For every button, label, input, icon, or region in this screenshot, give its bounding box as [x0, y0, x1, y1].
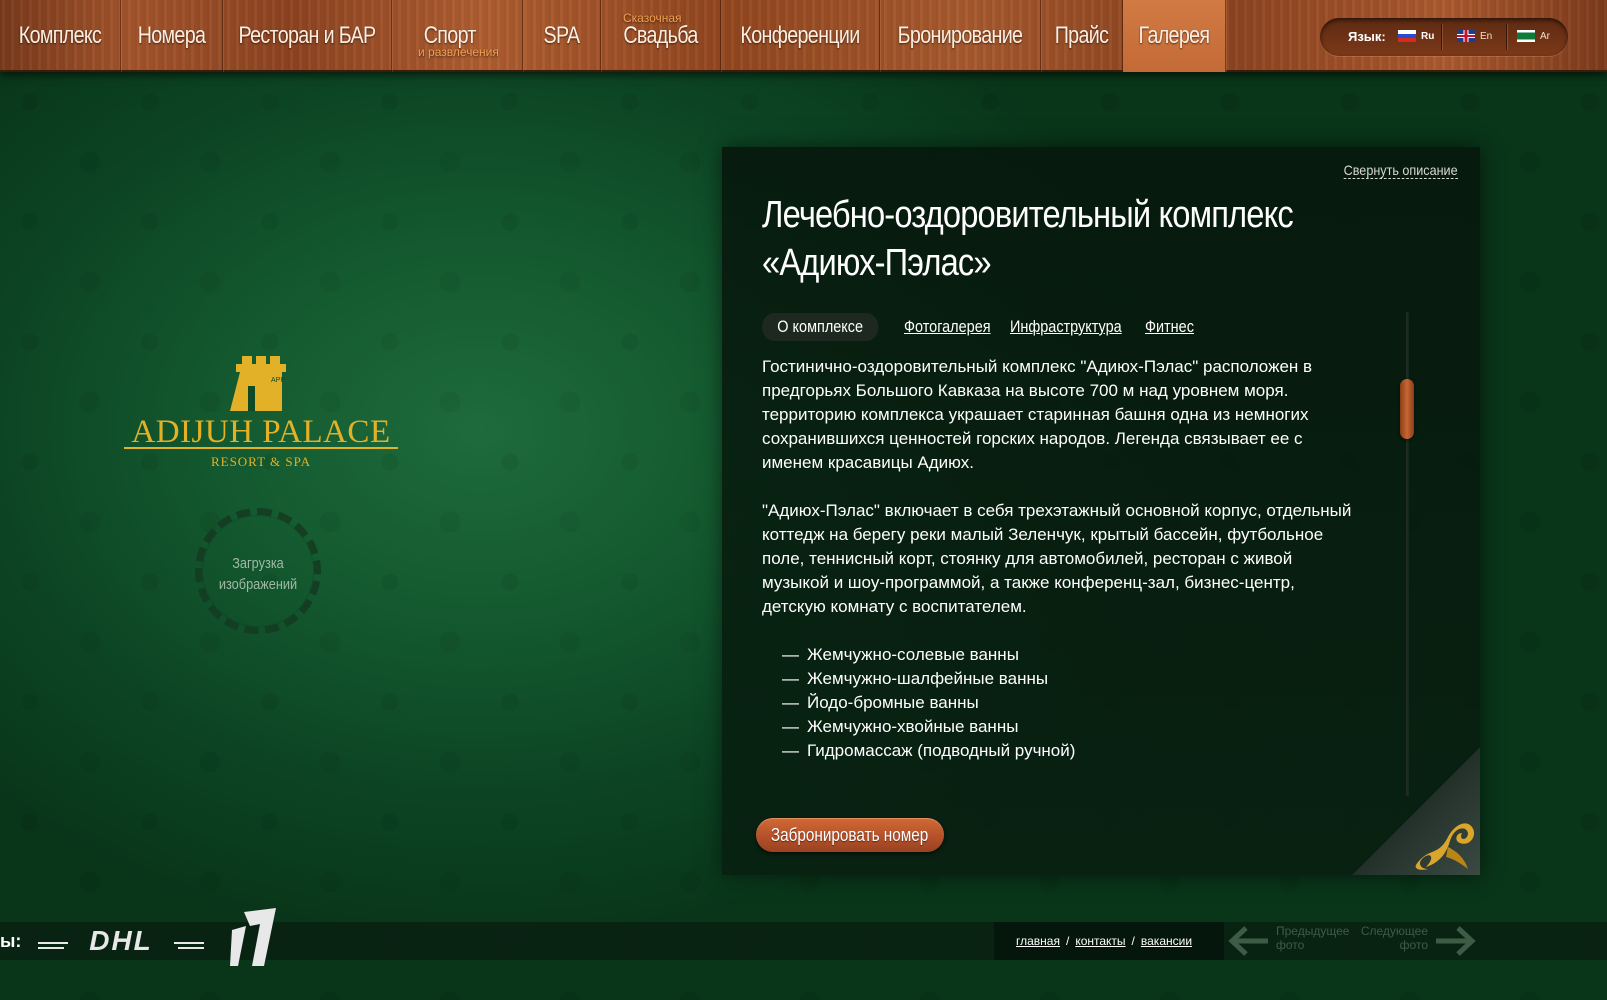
language-separator [1506, 24, 1507, 50]
logo-name: ADIJUH PALACE [131, 414, 390, 450]
language-option-label: Ru [1421, 30, 1435, 42]
nav-item-sublabel: и развлечения [418, 45, 499, 59]
language-label: Язык: [1348, 29, 1386, 44]
tower-logo-icon: APP ADIJUH PALACE RESORT & SPA [124, 356, 398, 469]
nav-item-label: Конференции [740, 22, 860, 49]
nav-item-label: SPA [543, 22, 581, 49]
logo-mark-text: APP [271, 377, 285, 384]
nav-item-restoran[interactable]: Ресторан и БАР [223, 0, 392, 72]
nav-item-prais[interactable]: Прайс [1041, 0, 1123, 72]
language-option-label: Ar [1540, 30, 1550, 42]
next-photo-button[interactable]: Следующее фото [1356, 924, 1428, 952]
language-option-en[interactable]: En [1457, 30, 1492, 42]
footer-link-home[interactable]: главная [1016, 934, 1060, 948]
list-item: Жемчужно-солевые ванны [782, 643, 1356, 667]
decorative-corner [1352, 747, 1480, 875]
nav-item-label: Ресторан и БАР [238, 22, 376, 49]
tab-fitnes[interactable]: Фитнес [1145, 313, 1194, 341]
nav-item-kompleks[interactable]: Комплекс [0, 0, 121, 72]
channel-one-logo-icon[interactable] [230, 908, 278, 968]
scrollbar-thumb[interactable] [1400, 379, 1414, 439]
nav-item-bronirovanie[interactable]: Бронирование [880, 0, 1041, 72]
top-navigation: Комплекс Номера Ресторан и БАР Спорт и р… [0, 0, 1607, 72]
nav-item-label: Свадьба [623, 22, 698, 49]
nav-item-label: Галерея [1138, 22, 1211, 49]
image-loading-indicator: Загрузка изображений [195, 508, 321, 634]
footer-bar: ы: DHL главная / контакты / вакансии Предыду… [0, 908, 1607, 966]
loading-text-line1: Загрузка [232, 555, 284, 572]
footer-links: главная / контакты / вакансии [994, 922, 1224, 960]
language-option-ar[interactable]: Ar [1517, 30, 1550, 42]
list-item: Жемчужно-шалфейные ванны [782, 667, 1356, 691]
nav-item-spa[interactable]: SPA [523, 0, 601, 72]
footer-link-vacancies[interactable]: вакансии [1141, 934, 1192, 948]
tab-o-komplekse[interactable]: О комплексе [762, 313, 879, 341]
treatments-list: Жемчужно-солевые ванны Жемчужно-шалфейны… [782, 643, 1356, 763]
loading-text-line2: изображений [218, 576, 298, 593]
nav-item-nomera[interactable]: Номера [121, 0, 223, 72]
book-room-button[interactable]: Забронировать номер [756, 818, 944, 852]
description-panel: Свернуть описание Лечебно-оздоровительны… [722, 147, 1480, 875]
flag-ar-icon [1517, 30, 1535, 42]
prev-photo-button[interactable]: Предыдущее фото [1276, 924, 1349, 952]
link-separator: / [1065, 934, 1070, 948]
language-option-ru[interactable]: Ru [1398, 30, 1434, 42]
nav-item-label: Комплекс [18, 22, 102, 49]
flag-en-icon [1457, 30, 1475, 42]
logo-tagline: RESORT & SPA [211, 454, 311, 469]
list-item: Жемчужно-хвойные ванны [782, 715, 1356, 739]
footer-link-contacts[interactable]: контакты [1075, 934, 1125, 948]
panel-title: Лечебно-оздоровительный комплекс «Адиюх-… [762, 191, 1295, 287]
description-paragraph: Гостинично-оздоровительный комплекс "Ади… [762, 357, 1313, 472]
partners-label: ы: [0, 931, 22, 951]
tab-infrastruktura[interactable]: Инфраструктура [1010, 313, 1122, 341]
nav-item-label: Номера [137, 22, 206, 49]
description-paragraph: "Адиюх-Пэлас" включает в себя трехэтажны… [762, 501, 1352, 616]
prev-photo-arrow-icon[interactable] [1228, 926, 1270, 956]
language-separator [1441, 24, 1442, 50]
panel-title-line2: «Адиюх-Пэлас» [762, 242, 992, 284]
list-item: Гидромассаж (подводный ручной) [782, 739, 1356, 763]
golden-ornament-icon [1415, 823, 1475, 870]
nav-item-svadba[interactable]: Сказочная Свадьба [601, 0, 721, 72]
adijuh-palace-logo[interactable]: APP ADIJUH PALACE RESORT & SPA [124, 356, 398, 471]
nav-item-konferencii[interactable]: Конференции [721, 0, 880, 72]
panel-title-line1: Лечебно-оздоровительный комплекс [762, 194, 1294, 236]
list-item: Йодо-бромные ванны [782, 691, 1356, 715]
link-separator: / [1131, 934, 1135, 948]
nav-item-label: Прайс [1054, 22, 1109, 49]
nav-item-label: Бронирование [897, 22, 1023, 49]
dhl-logo-text: DHL [89, 928, 153, 954]
flag-ru-icon [1398, 30, 1416, 42]
language-switcher: Язык: Ru En Ar [1320, 18, 1568, 56]
dhl-logo-icon[interactable]: DHL [38, 928, 204, 954]
description-text: Гостинично-оздоровительный комплекс "Ади… [762, 355, 1356, 763]
language-option-label: En [1480, 30, 1493, 42]
nav-item-sport[interactable]: Спорт и развлечения [392, 0, 523, 72]
nav-item-galereya[interactable]: Галерея [1123, 0, 1226, 72]
collapse-description-link[interactable]: Свернуть описание [1344, 162, 1458, 179]
book-room-button-label: Забронировать номер [771, 825, 929, 845]
next-photo-arrow-icon[interactable] [1434, 926, 1476, 956]
tab-fotogalereya[interactable]: Фотогалерея [904, 313, 991, 341]
loading-text: Загрузка изображений [210, 553, 305, 595]
